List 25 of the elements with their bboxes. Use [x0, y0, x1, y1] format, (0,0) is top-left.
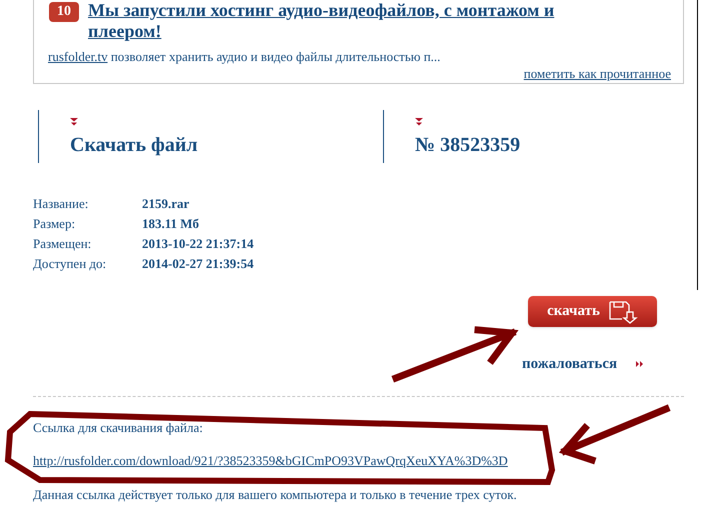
count-badge: 10 — [49, 2, 79, 22]
section-heading: № 38523359 — [415, 133, 522, 157]
download-url-link[interactable]: http://rusfolder.com/download/921/?38523359&bGICmPO93VPawQrqXeuXYA%3D%3D — [33, 451, 702, 470]
field-value: 2159.rar — [142, 195, 190, 214]
headline-link[interactable]: Мы запустили хостинг аудио-видеофайлов, с монтажом и — [88, 0, 554, 21]
double-arrow-icon — [636, 361, 644, 368]
complain-link[interactable]: пожаловаться — [522, 353, 618, 376]
field-value: 2013-10-22 21:37:14 — [142, 235, 254, 254]
download-button[interactable]: скачать — [528, 296, 657, 327]
double-caret-icon — [415, 118, 423, 126]
site-link[interactable]: rusfolder.tv — [48, 49, 108, 64]
field-label: Размер: — [33, 215, 76, 234]
link-label: Ссылка для скачивания файла: — [33, 418, 204, 437]
field-label: Название: — [33, 195, 90, 214]
headline-link[interactable]: плеером! — [88, 21, 554, 42]
field-label: Доступен до: — [33, 255, 108, 274]
field-value: 2014-02-27 21:39:54 — [142, 255, 254, 274]
field-label: Размещен: — [33, 235, 92, 254]
double-caret-icon — [70, 118, 78, 126]
summary-text: rusfolder.tv позволяет хранить аудио и видео файлы длительностью п... — [48, 48, 440, 66]
mark-read-link[interactable]: пометить как прочитанное — [524, 64, 671, 84]
section-heading: Скачать файл — [70, 133, 199, 157]
link-note: Данная ссылка действует только для вашего компьютера и только в течение трех суток. — [33, 486, 518, 504]
floppy-download-icon — [608, 300, 638, 324]
field-value: 183.11 Мб — [142, 215, 200, 234]
